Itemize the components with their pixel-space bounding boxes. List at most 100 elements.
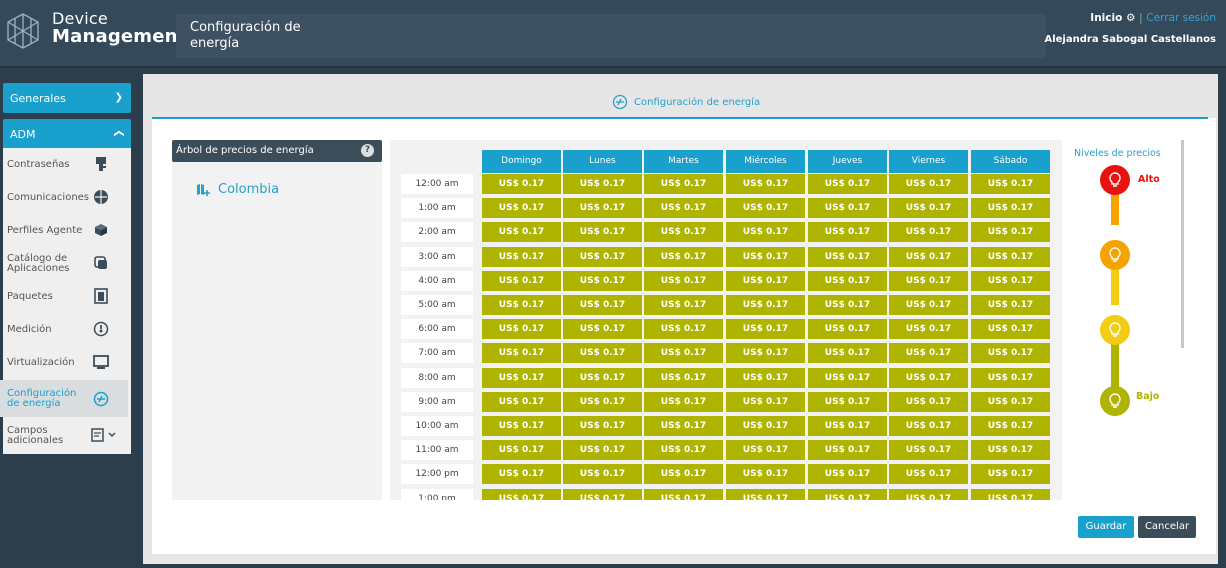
price-cell[interactable]: US$ 0.17 <box>971 464 1050 485</box>
sidebar-item-virtualizacion[interactable]: Virtualización <box>0 346 128 379</box>
price-cell[interactable]: US$ 0.17 <box>726 488 805 500</box>
price-cell[interactable]: US$ 0.17 <box>889 222 968 243</box>
price-cell[interactable]: US$ 0.17 <box>808 416 887 436</box>
sidebar-item-configuracion-energia[interactable]: Configuración de energía <box>0 380 128 417</box>
price-cell[interactable]: US$ 0.17 <box>563 198 642 219</box>
price-cell[interactable]: US$ 0.17 <box>563 343 642 364</box>
price-cell[interactable]: US$ 0.17 <box>971 416 1050 436</box>
price-cell[interactable]: US$ 0.17 <box>482 246 561 267</box>
price-cell[interactable]: US$ 0.17 <box>482 416 561 436</box>
price-cell[interactable]: US$ 0.17 <box>726 295 805 315</box>
price-cell[interactable]: US$ 0.17 <box>889 391 968 412</box>
price-cell[interactable]: US$ 0.17 <box>726 416 805 436</box>
price-cell[interactable]: US$ 0.17 <box>563 295 642 315</box>
price-cell[interactable]: US$ 0.17 <box>482 464 561 485</box>
price-cell[interactable]: US$ 0.17 <box>482 440 561 461</box>
price-cell[interactable]: US$ 0.17 <box>482 198 561 219</box>
price-cell[interactable]: US$ 0.17 <box>726 391 805 412</box>
gear-icon[interactable]: ⚙ <box>1126 12 1135 24</box>
tree-item-colombia[interactable]: Colombia <box>196 182 279 197</box>
sidebar-generales[interactable]: Generales ❯ <box>3 83 131 113</box>
price-cell[interactable]: US$ 0.17 <box>808 198 887 219</box>
price-cell[interactable]: US$ 0.17 <box>889 270 968 291</box>
price-cell[interactable]: US$ 0.17 <box>644 270 723 291</box>
price-cell[interactable]: US$ 0.17 <box>808 343 887 364</box>
price-cell[interactable]: US$ 0.17 <box>971 367 1050 388</box>
price-cell[interactable]: US$ 0.17 <box>563 246 642 267</box>
sidebar-item-campos-adicionales[interactable]: Campos adicionales <box>0 419 128 452</box>
price-level-mid-high[interactable] <box>1100 240 1130 270</box>
cancel-button[interactable]: Cancelar <box>1138 516 1196 538</box>
price-cell[interactable]: US$ 0.17 <box>563 464 642 485</box>
price-cell[interactable]: US$ 0.17 <box>482 270 561 291</box>
price-cell[interactable]: US$ 0.17 <box>644 174 723 194</box>
sidebar-item-catalogo[interactable]: Catálogo de Aplicaciones <box>0 247 128 280</box>
price-cell[interactable]: US$ 0.17 <box>726 270 805 291</box>
price-cell[interactable]: US$ 0.17 <box>726 319 805 340</box>
price-cell[interactable]: US$ 0.17 <box>644 222 723 243</box>
sidebar-item-perfiles-agente[interactable]: Perfiles Agente <box>0 214 128 247</box>
price-cell[interactable]: US$ 0.17 <box>482 488 561 500</box>
scrollbar[interactable] <box>1181 140 1184 348</box>
price-cell[interactable]: US$ 0.17 <box>808 464 887 485</box>
price-cell[interactable]: US$ 0.17 <box>563 270 642 291</box>
price-cell[interactable]: US$ 0.17 <box>644 367 723 388</box>
price-cell[interactable]: US$ 0.17 <box>808 488 887 500</box>
save-button[interactable]: Guardar <box>1078 516 1134 538</box>
price-cell[interactable]: US$ 0.17 <box>644 319 723 340</box>
sidebar-adm[interactable]: ADM ❯ <box>3 119 131 149</box>
price-cell[interactable]: US$ 0.17 <box>563 391 642 412</box>
price-cell[interactable]: US$ 0.17 <box>644 488 723 500</box>
price-cell[interactable]: US$ 0.17 <box>644 295 723 315</box>
price-cell[interactable]: US$ 0.17 <box>482 367 561 388</box>
price-cell[interactable]: US$ 0.17 <box>889 488 968 500</box>
price-cell[interactable]: US$ 0.17 <box>971 343 1050 364</box>
price-cell[interactable]: US$ 0.17 <box>889 319 968 340</box>
price-cell[interactable]: US$ 0.17 <box>726 222 805 243</box>
price-cell[interactable]: US$ 0.17 <box>644 464 723 485</box>
price-cell[interactable]: US$ 0.17 <box>971 198 1050 219</box>
price-cell[interactable]: US$ 0.17 <box>808 391 887 412</box>
price-cell[interactable]: US$ 0.17 <box>726 246 805 267</box>
price-cell[interactable]: US$ 0.17 <box>644 416 723 436</box>
price-cell[interactable]: US$ 0.17 <box>644 246 723 267</box>
price-cell[interactable]: US$ 0.17 <box>482 295 561 315</box>
price-cell[interactable]: US$ 0.17 <box>971 222 1050 243</box>
price-cell[interactable]: US$ 0.17 <box>563 416 642 436</box>
price-cell[interactable]: US$ 0.17 <box>971 488 1050 500</box>
price-cell[interactable]: US$ 0.17 <box>808 295 887 315</box>
price-cell[interactable]: US$ 0.17 <box>726 440 805 461</box>
price-cell[interactable]: US$ 0.17 <box>889 440 968 461</box>
price-cell[interactable]: US$ 0.17 <box>563 440 642 461</box>
price-cell[interactable]: US$ 0.17 <box>889 295 968 315</box>
price-level-low[interactable] <box>1100 386 1130 416</box>
price-cell[interactable]: US$ 0.17 <box>644 391 723 412</box>
price-cell[interactable]: US$ 0.17 <box>808 174 887 194</box>
price-cell[interactable]: US$ 0.17 <box>808 440 887 461</box>
price-cell[interactable]: US$ 0.17 <box>889 174 968 194</box>
price-cell[interactable]: US$ 0.17 <box>971 246 1050 267</box>
price-cell[interactable]: US$ 0.17 <box>889 367 968 388</box>
price-cell[interactable]: US$ 0.17 <box>482 319 561 340</box>
price-cell[interactable]: US$ 0.17 <box>889 198 968 219</box>
price-cell[interactable]: US$ 0.17 <box>563 222 642 243</box>
price-cell[interactable]: US$ 0.17 <box>563 319 642 340</box>
help-icon[interactable]: ? <box>361 144 374 157</box>
sidebar-item-contrasenas[interactable]: Contraseñas <box>0 148 128 181</box>
price-cell[interactable]: US$ 0.17 <box>482 391 561 412</box>
price-cell[interactable]: US$ 0.17 <box>726 464 805 485</box>
price-cell[interactable]: US$ 0.17 <box>482 343 561 364</box>
sidebar-item-comunicaciones[interactable]: Comunicaciones <box>0 181 128 214</box>
price-cell[interactable]: US$ 0.17 <box>644 343 723 364</box>
price-cell[interactable]: US$ 0.17 <box>971 391 1050 412</box>
price-cell[interactable]: US$ 0.17 <box>808 270 887 291</box>
price-cell[interactable]: US$ 0.17 <box>971 174 1050 194</box>
sidebar-item-paquetes[interactable]: Paquetes <box>0 280 128 313</box>
price-cell[interactable]: US$ 0.17 <box>889 343 968 364</box>
price-cell[interactable]: US$ 0.17 <box>889 246 968 267</box>
price-cell[interactable]: US$ 0.17 <box>726 343 805 364</box>
price-cell[interactable]: US$ 0.17 <box>971 319 1050 340</box>
price-cell[interactable]: US$ 0.17 <box>808 367 887 388</box>
price-cell[interactable]: US$ 0.17 <box>808 222 887 243</box>
price-cell[interactable]: US$ 0.17 <box>726 198 805 219</box>
